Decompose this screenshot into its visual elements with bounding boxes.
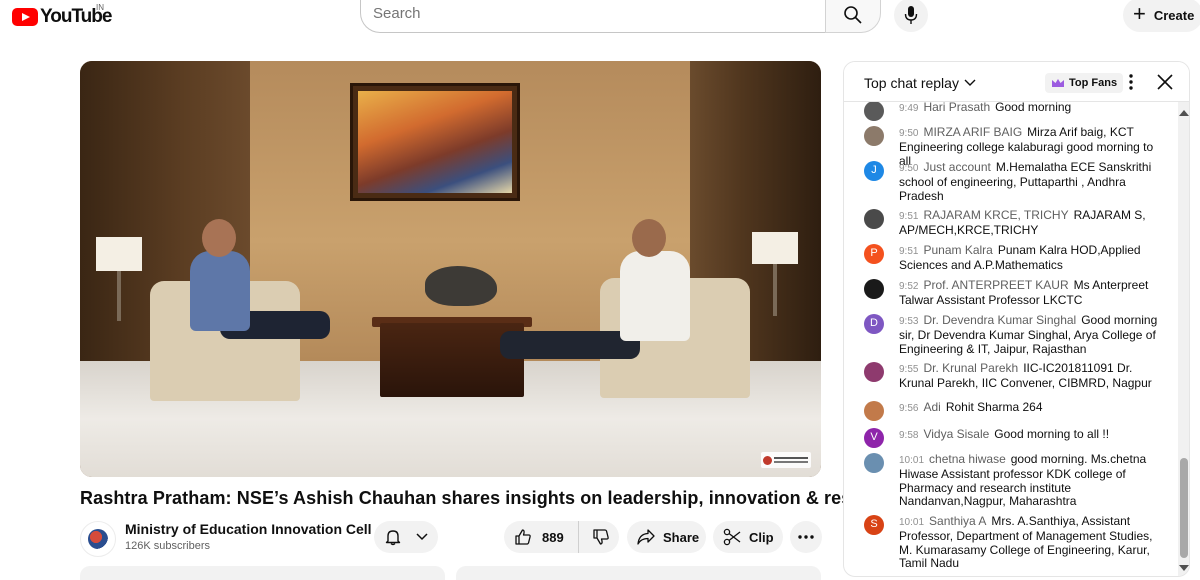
create-button[interactable]: + Create xyxy=(1123,0,1200,32)
search-box[interactable] xyxy=(360,0,826,33)
bell-icon xyxy=(384,528,402,546)
chat-more-options-button[interactable] xyxy=(1123,72,1139,92)
plus-icon: + xyxy=(1133,1,1146,26)
chat-avatar[interactable] xyxy=(864,126,884,146)
like-count: 889 xyxy=(542,529,564,545)
chat-author[interactable]: Dr. Devendra Kumar Singhal xyxy=(923,313,1076,327)
notification-bell-button[interactable] xyxy=(374,521,438,553)
chat-time: 9:58 xyxy=(899,430,919,441)
microphone-icon xyxy=(904,5,918,25)
close-icon xyxy=(1156,73,1174,91)
create-label: Create xyxy=(1153,7,1195,23)
like-dislike-group: 889 xyxy=(504,521,619,553)
clip-button[interactable]: Clip xyxy=(713,521,783,553)
chat-time: 9:56 xyxy=(899,403,919,414)
video-frame-lamp-left xyxy=(96,237,142,271)
video-player[interactable] xyxy=(80,61,821,477)
crown-icon xyxy=(1051,78,1065,88)
channel-logo-icon xyxy=(88,529,108,549)
share-label: Share xyxy=(663,529,700,545)
chat-author[interactable]: RAJARAM KRCE, TRICHY xyxy=(923,208,1068,222)
chat-author[interactable]: Punam Kalra xyxy=(923,243,992,257)
chat-avatar[interactable] xyxy=(864,101,884,121)
chat-author[interactable]: Santhiya A xyxy=(929,514,986,528)
chat-scrollbar-thumb[interactable] xyxy=(1180,458,1188,558)
chat-time: 9:50 xyxy=(899,128,919,139)
chat-avatar[interactable] xyxy=(864,279,884,299)
video-frame-lamp-right xyxy=(752,232,798,264)
chat-time: 9:50 xyxy=(899,163,919,174)
chat-author[interactable]: Adi xyxy=(923,400,940,414)
chat-time: 9:52 xyxy=(899,281,919,292)
chat-close-button[interactable] xyxy=(1156,73,1174,91)
video-frame-bull-sculpture xyxy=(425,266,497,306)
chat-time: 9:55 xyxy=(899,364,919,375)
dislike-button[interactable] xyxy=(579,521,610,553)
share-button[interactable]: Share xyxy=(627,521,706,553)
chat-title: Top chat replay xyxy=(864,75,959,91)
chat-author[interactable]: chetna hiwase xyxy=(929,452,1006,466)
clip-label: Clip xyxy=(749,529,774,545)
chat-message-list[interactable]: 9:49 Hari Prasath Good morning 9:50 MIRZA A… xyxy=(844,100,1178,576)
chat-author[interactable]: Dr. Krunal Parekh xyxy=(923,361,1018,375)
chat-avatar[interactable]: P xyxy=(864,244,884,264)
chat-text: Good morning xyxy=(995,100,1072,114)
chat-time: 10:01 xyxy=(899,455,925,466)
top-bar: YouTube IN + Create xyxy=(0,0,1200,34)
chat-time: 10:01 xyxy=(899,517,925,528)
thumbs-up-icon xyxy=(514,528,532,546)
recommendation-card[interactable] xyxy=(456,566,821,580)
chat-header: Top chat replay Top Fans xyxy=(844,62,1189,102)
chat-avatar[interactable]: J xyxy=(864,161,884,181)
chat-author[interactable]: Just account xyxy=(923,160,990,174)
chat-avatar[interactable]: V xyxy=(864,428,884,448)
chevron-down-icon xyxy=(964,79,976,87)
chat-avatar[interactable] xyxy=(864,362,884,382)
chat-time: 9:53 xyxy=(899,316,919,327)
video-frame-guest xyxy=(620,251,690,341)
top-fans-label: Top Fans xyxy=(1069,77,1118,89)
chat-author[interactable]: Hari Prasath xyxy=(923,100,990,114)
chat-author[interactable]: Prof. ANTERPREET KAUR xyxy=(923,278,1068,292)
share-arrow-icon xyxy=(637,529,655,545)
video-frame-painting xyxy=(350,83,520,201)
chat-time: 9:49 xyxy=(899,103,919,114)
video-frame-host xyxy=(190,251,250,331)
chat-avatar[interactable] xyxy=(864,209,884,229)
youtube-play-icon xyxy=(12,8,38,26)
chat-mode-dropdown[interactable]: Top chat replay xyxy=(864,75,976,91)
channel-avatar[interactable] xyxy=(80,521,116,557)
search-input[interactable] xyxy=(373,5,813,22)
live-chat-panel: Top chat replay Top Fans 9:49 Hari Prasat… xyxy=(843,61,1190,577)
scroll-down-arrow-icon[interactable] xyxy=(1179,565,1189,571)
chat-author[interactable]: MIRZA ARIF BAIG xyxy=(923,125,1022,139)
chevron-down-icon xyxy=(416,533,428,541)
top-fans-button[interactable]: Top Fans xyxy=(1045,73,1124,93)
chat-avatar[interactable] xyxy=(864,453,884,473)
chat-text: Good morning to all !! xyxy=(994,427,1110,441)
like-button[interactable]: 889 xyxy=(504,521,579,553)
subscriber-count: 126K subscribers xyxy=(125,540,210,552)
channel-watermark[interactable] xyxy=(761,452,811,468)
video-title: Rashtra Pratham: NSE’s Ashish Chauhan sh… xyxy=(80,488,914,508)
more-vertical-icon xyxy=(1123,72,1139,92)
chat-time: 9:51 xyxy=(899,211,919,222)
voice-search-button[interactable] xyxy=(894,0,928,32)
channel-name[interactable]: Ministry of Education Innovation Cell xyxy=(125,521,372,537)
scissors-icon xyxy=(723,528,741,546)
more-horizontal-icon xyxy=(798,535,814,539)
scroll-up-arrow-icon[interactable] xyxy=(1179,110,1189,116)
search-button[interactable] xyxy=(825,0,881,33)
chat-time: 9:51 xyxy=(899,246,919,257)
chat-avatar[interactable] xyxy=(864,401,884,421)
chat-text: Rohit Sharma 264 xyxy=(945,400,1043,414)
search-icon xyxy=(843,5,863,25)
recommendation-card[interactable] xyxy=(80,566,445,580)
chat-author[interactable]: Vidya Sisale xyxy=(923,427,989,441)
more-actions-button[interactable] xyxy=(790,521,822,553)
chat-avatar[interactable]: D xyxy=(864,314,884,334)
thumbs-down-icon xyxy=(592,528,610,546)
chat-avatar[interactable]: S xyxy=(864,515,884,535)
region-code: IN xyxy=(96,3,104,12)
